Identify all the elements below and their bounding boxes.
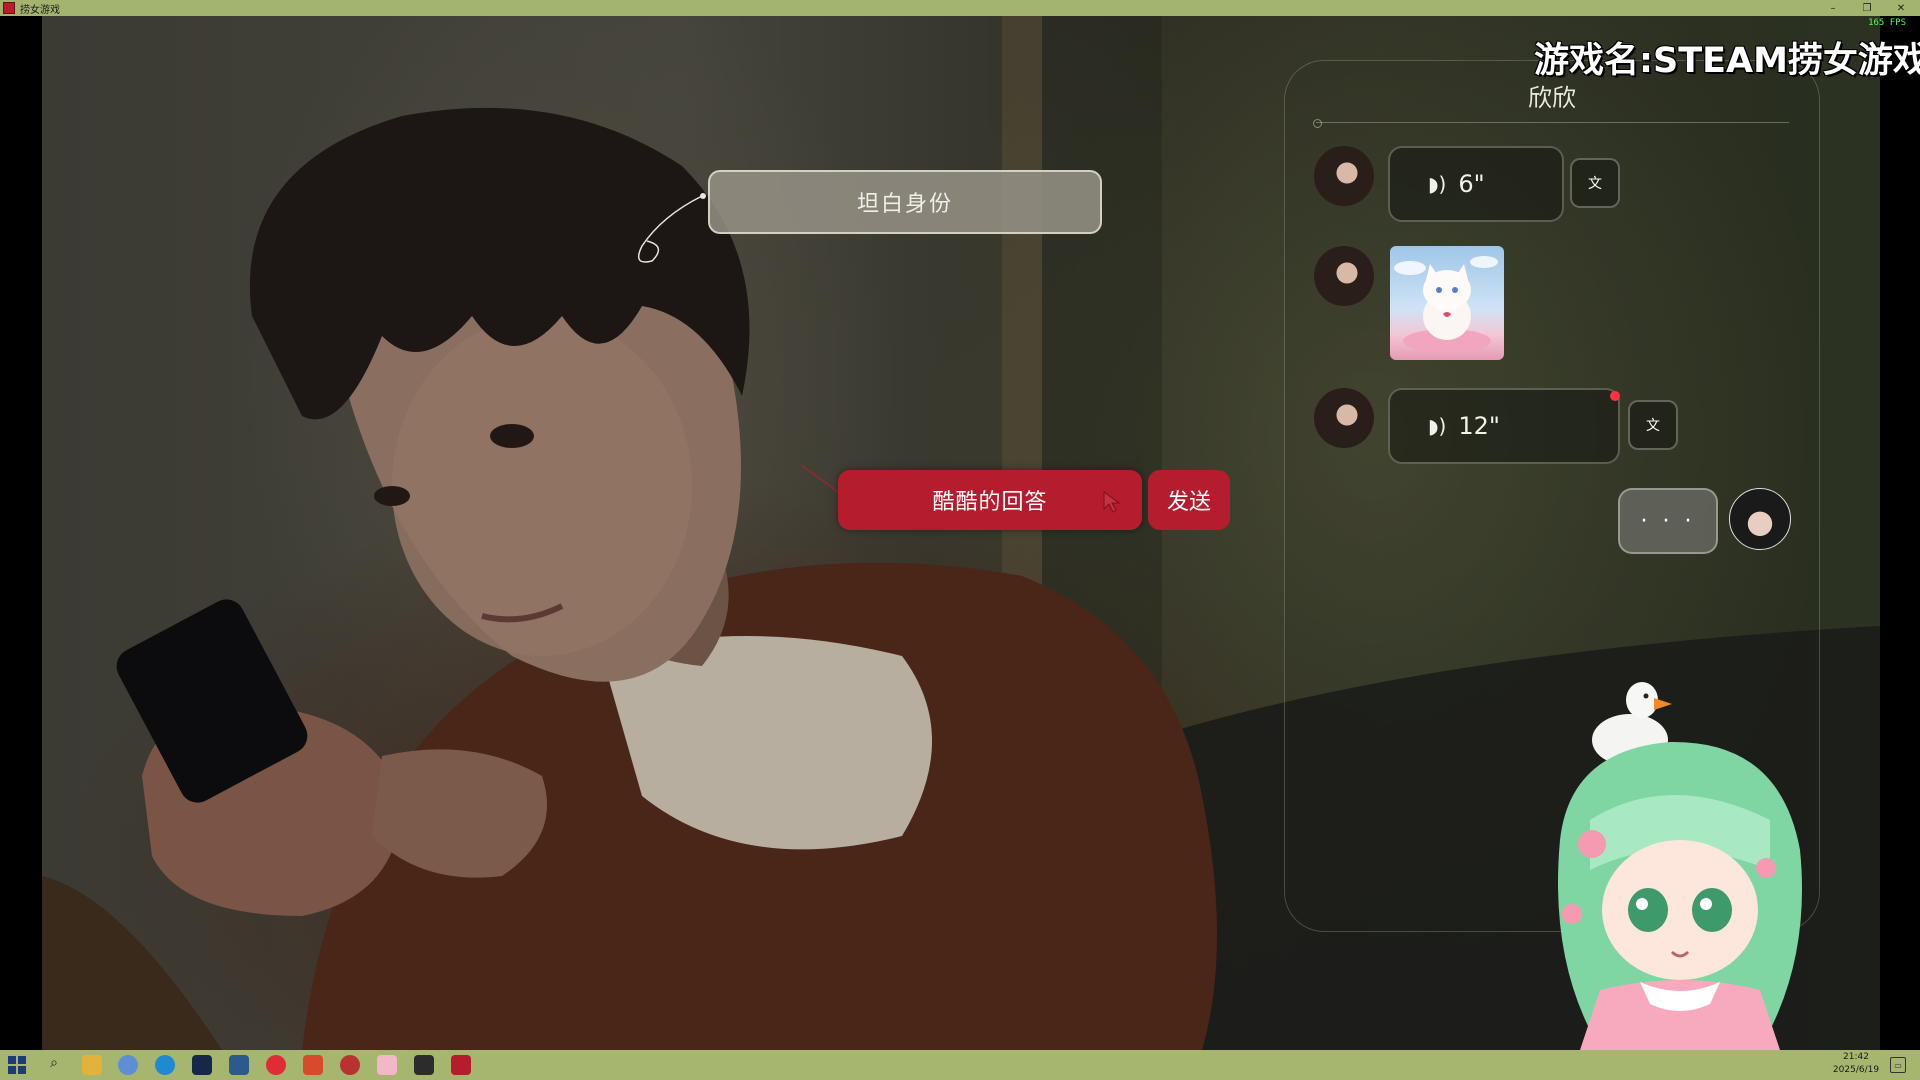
letterbox-right — [1880, 16, 1920, 1050]
voice-message-2[interactable]: ◗) 12" — [1388, 388, 1620, 464]
windows-taskbar — [0, 1050, 1920, 1080]
letterbox-left — [0, 16, 42, 1050]
steam-icon[interactable] — [192, 1055, 212, 1075]
app-dark-icon[interactable] — [414, 1055, 434, 1075]
contact-avatar[interactable] — [1314, 246, 1374, 306]
mouse-cursor-icon — [1103, 491, 1121, 513]
transcribe-button-1[interactable]: 文 — [1570, 158, 1620, 208]
fps-counter: 165 FPS — [1868, 18, 1906, 28]
app-red-icon[interactable] — [303, 1055, 323, 1075]
vtuber-avatar — [1558, 682, 1802, 1050]
choice-cool-answer[interactable]: 酷酷的回答 — [838, 470, 1142, 530]
app-blue-icon[interactable] — [229, 1055, 249, 1075]
contact-avatar[interactable] — [1314, 146, 1374, 206]
my-avatar[interactable] — [1729, 488, 1791, 550]
minimize-button[interactable]: – — [1816, 0, 1850, 16]
windows-start-icon[interactable] — [8, 1056, 26, 1074]
choice-confess-identity[interactable]: 坦白身份 — [708, 170, 1102, 234]
chat-contact-name: 欣欣 — [1528, 84, 1576, 112]
search-icon[interactable]: ⌕ — [44, 1055, 64, 1075]
game-name-overlay: 游戏名:STEAM捞女游戏 — [1534, 41, 1920, 81]
unread-dot — [1610, 391, 1620, 401]
app-icon — [3, 2, 15, 14]
voice-message-1[interactable]: ◗) 6" — [1388, 146, 1564, 222]
window-title: 捞女游戏 — [20, 4, 60, 16]
taskbar-clock[interactable]: 21:42 2025/6/19 — [1830, 1051, 1882, 1077]
edge-icon[interactable] — [155, 1055, 175, 1075]
notification-center-icon[interactable]: ▭ — [1890, 1057, 1906, 1073]
clock-time: 21:42 — [1843, 1052, 1869, 1062]
file-explorer-icon[interactable] — [82, 1055, 102, 1075]
app-pink-icon[interactable] — [377, 1055, 397, 1075]
app-mixed-icon[interactable] — [340, 1055, 360, 1075]
maximize-button[interactable]: ❐ — [1850, 0, 1884, 16]
speech-to-text-icon: 文 — [1588, 176, 1602, 192]
speaker-wave-icon: ◗) — [1428, 414, 1447, 438]
transcribe-button-2[interactable]: 文 — [1628, 400, 1678, 450]
netease-music-icon[interactable] — [266, 1055, 286, 1075]
typing-indicator: · · · — [1618, 488, 1718, 554]
speech-to-text-icon: 文 — [1646, 418, 1660, 434]
send-button[interactable]: 发送 — [1148, 470, 1230, 530]
voice-duration-2: 12" — [1458, 412, 1500, 440]
window-title-bar: 捞女游戏 — [0, 0, 1920, 16]
voice-duration-1: 6" — [1458, 170, 1485, 198]
divider-dot — [1313, 119, 1322, 128]
clock-date: 2025/6/19 — [1832, 1065, 1880, 1075]
game-window-icon[interactable] — [451, 1055, 471, 1075]
contact-avatar[interactable] — [1314, 388, 1374, 448]
browser-icon[interactable] — [118, 1055, 138, 1075]
speaker-wave-icon: ◗) — [1428, 172, 1447, 196]
cat-illustration — [1394, 256, 1498, 353]
chat-header-divider — [1316, 122, 1789, 123]
cat-sticker-image[interactable] — [1390, 246, 1504, 360]
close-button[interactable]: ✕ — [1884, 0, 1918, 16]
